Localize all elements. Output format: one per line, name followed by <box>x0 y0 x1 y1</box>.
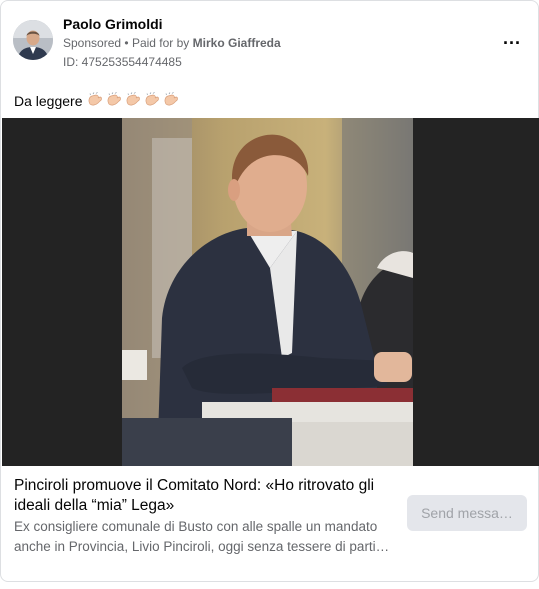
link-description: Ex consigliere comunale di Busto con all… <box>14 519 390 554</box>
clapping-hands-icon <box>164 92 178 106</box>
clapping-hands-icon <box>107 92 121 106</box>
author-avatar[interactable] <box>13 20 53 60</box>
sponsored-post-card: Paolo Grimoldi Sponsored • Paid for by M… <box>0 0 539 582</box>
post-text: Da leggere <box>14 92 83 109</box>
payer-name: Mirko Giaffreda <box>192 36 281 50</box>
separator-dot: • <box>124 36 129 50</box>
post-message: Da leggere <box>14 92 182 109</box>
clapping-hands-icon <box>88 92 102 106</box>
ad-id: ID: 475253554474485 <box>63 55 182 69</box>
more-horizontal-icon: ... <box>502 28 521 48</box>
clapping-hands-icon <box>126 92 140 106</box>
sponsored-line: Sponsored • Paid for by Mirko Giaffreda <box>63 36 281 50</box>
link-title[interactable]: Pinciroli promuove il Comitato Nord: «Ho… <box>14 476 394 516</box>
post-media[interactable] <box>2 118 539 466</box>
post-header: Paolo Grimoldi Sponsored • Paid for by M… <box>13 16 526 76</box>
link-preview[interactable]: Pinciroli promuove il Comitato Nord: «Ho… <box>2 466 539 571</box>
author-name[interactable]: Paolo Grimoldi <box>63 16 163 32</box>
sponsored-label: Sponsored <box>63 36 122 50</box>
avatar-image <box>13 20 53 60</box>
emoji-row <box>87 92 182 109</box>
article-photo <box>122 118 413 466</box>
more-options-button[interactable]: ... <box>500 28 524 54</box>
paid-for-prefix: Paid for by <box>131 36 190 50</box>
photo-man-at-desk <box>122 118 413 466</box>
send-message-button[interactable]: Send messa… <box>407 495 527 531</box>
clapping-hands-icon <box>145 92 159 106</box>
